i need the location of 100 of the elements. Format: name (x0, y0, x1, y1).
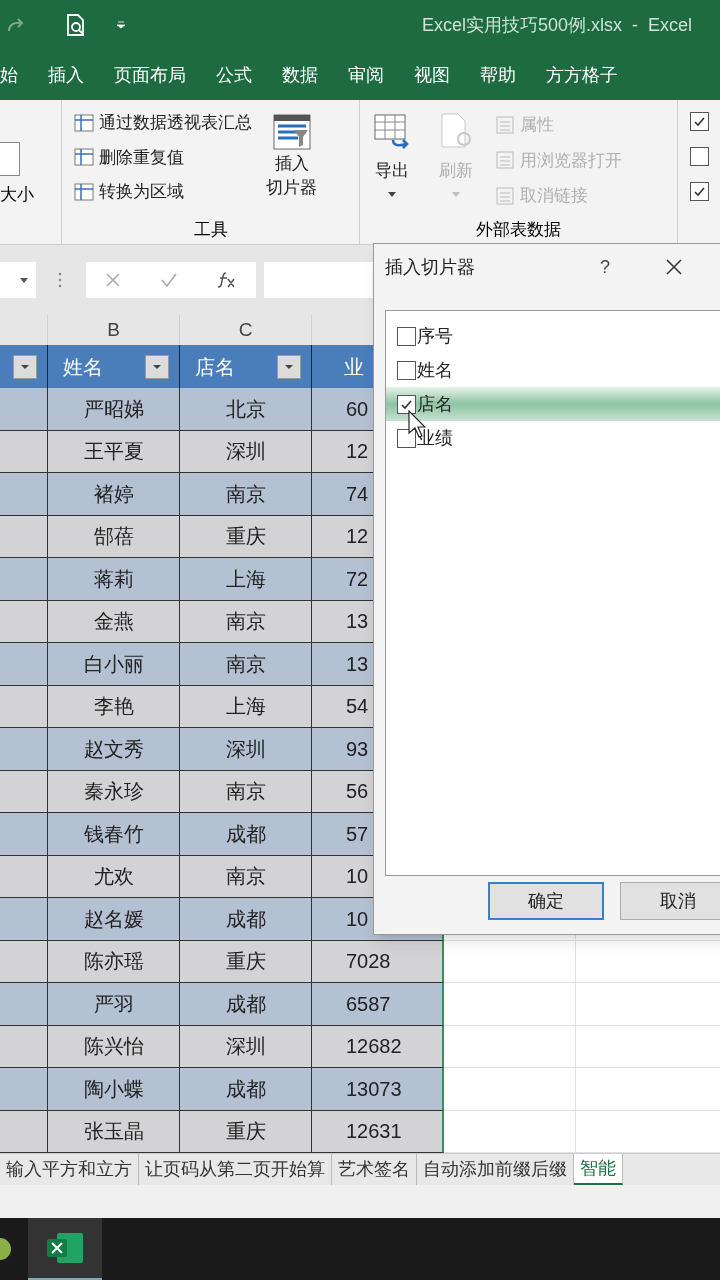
table-cell: 南京 (180, 855, 312, 898)
dialog-button[interactable]: 确定 (488, 882, 604, 920)
menu-tab[interactable]: 公式 (216, 61, 252, 89)
table-tool-icon (74, 113, 94, 132)
table-cell (0, 1025, 48, 1068)
caret-icon (284, 363, 294, 370)
sheet-tab[interactable]: 智能 (574, 1154, 623, 1185)
table-cell: 13073 (312, 1068, 444, 1111)
table-cell (0, 983, 48, 1026)
table-header-cell: 姓名 (48, 345, 180, 388)
table-cell: 李艳 (48, 685, 180, 728)
filter-dropdown-button[interactable] (145, 354, 169, 379)
dialog-button[interactable]: 取消 (620, 882, 720, 920)
table-cell: 成都 (180, 898, 312, 941)
close-icon[interactable] (666, 259, 682, 275)
menu-tab[interactable]: 方方格子 (546, 61, 618, 89)
table-cell: 秦永珍 (48, 770, 180, 813)
filter-dropdown-button[interactable] (13, 354, 37, 379)
style-option-checkbox[interactable] (690, 147, 709, 166)
menu-tab[interactable]: 数据 (282, 61, 318, 89)
table-cell: 上海 (180, 685, 312, 728)
table-cell: 重庆 (180, 1110, 312, 1153)
table-cell (0, 558, 48, 601)
caret-icon (388, 191, 396, 197)
table-cell (0, 515, 48, 558)
caret-icon[interactable] (116, 21, 126, 29)
table-cell: 白小丽 (48, 643, 180, 686)
window-title: Excel实用技巧500例.xlsx - Excel (421, 13, 692, 37)
grip-icon (58, 272, 62, 288)
table-cell: 严羽 (48, 983, 180, 1026)
ribbon-command[interactable]: 通过数据透视表汇总 (74, 110, 252, 136)
insert-slicer-button[interactable]: 插入 切片器 (266, 112, 317, 217)
table-cell (0, 685, 48, 728)
ribbon-big-button[interactable]: 导出 (360, 112, 424, 217)
size-input[interactable] (0, 142, 20, 176)
caret-icon (152, 363, 162, 370)
menu-tab[interactable]: 页面布局 (114, 61, 186, 89)
table-cell: 陈亦瑶 (48, 940, 180, 983)
table-tool-icon (74, 148, 94, 167)
table-cell: 深圳 (180, 1025, 312, 1068)
field-item[interactable]: 店名 (386, 387, 720, 421)
style-option-checkbox[interactable] (690, 112, 709, 131)
caret-icon (20, 363, 30, 370)
menu-tab[interactable]: 视图 (414, 61, 450, 89)
table-cell (0, 473, 48, 516)
caret-icon (20, 277, 28, 283)
field-checkbox[interactable] (397, 360, 416, 380)
slicer-icon (271, 112, 312, 152)
menu-tab[interactable]: 始 (0, 61, 18, 89)
table-cell (0, 430, 48, 473)
ribbon-command[interactable]: 转换为区域 (74, 179, 252, 205)
field-checkbox[interactable] (397, 428, 416, 448)
function-icon[interactable] (216, 271, 237, 289)
table-cell: 蒋莉 (48, 558, 180, 601)
menu-tab[interactable]: 审阅 (348, 61, 384, 89)
table-cell: 陈兴怡 (48, 1025, 180, 1068)
table-cell: 严昭娣 (48, 388, 180, 431)
table-cell: 12631 (312, 1110, 444, 1153)
table-cell: 王平夏 (48, 430, 180, 473)
help-button[interactable]: ? (600, 253, 610, 281)
table-cell: 成都 (180, 983, 312, 1026)
style-option-checkbox[interactable] (690, 182, 709, 201)
table-cell: 钱春竹 (48, 813, 180, 856)
sheet-icon (496, 151, 514, 170)
menu-tab[interactable]: 插入 (48, 61, 84, 89)
table-cell: 尤欢 (48, 855, 180, 898)
table-cell (0, 770, 48, 813)
table-cell: 金燕 (48, 600, 180, 643)
table-cell: 深圳 (180, 430, 312, 473)
table-tool-icon (74, 182, 94, 201)
filter-dropdown-button[interactable] (277, 354, 301, 379)
caret-icon (452, 191, 460, 197)
table-cell: 陶小蝶 (48, 1068, 180, 1111)
group-label: 外部表数据 (476, 218, 561, 241)
table-cell (0, 940, 48, 983)
column-header[interactable]: B (107, 315, 120, 345)
table-cell: 南京 (180, 770, 312, 813)
table-header-cell: 店名 (180, 345, 312, 388)
field-checkbox[interactable] (397, 326, 416, 346)
table-cell: 成都 (180, 1068, 312, 1111)
table-cell: 北京 (180, 388, 312, 431)
table-cell (0, 813, 48, 856)
menu-tab[interactable]: 帮助 (480, 61, 516, 89)
ribbon-command[interactable]: 删除重复值 (74, 144, 252, 170)
table-cell (0, 600, 48, 643)
check-icon[interactable] (160, 272, 178, 288)
table-cell: 深圳 (180, 728, 312, 771)
table-cell: 上海 (180, 558, 312, 601)
excel-icon[interactable] (45, 1231, 85, 1265)
table-cell: 成都 (180, 813, 312, 856)
table-cell: 赵文秀 (48, 728, 180, 771)
field-checkbox[interactable] (397, 394, 416, 414)
table-cell: 南京 (180, 643, 312, 686)
size-label: 大小 (0, 184, 35, 206)
table-cell: 6587 (312, 983, 444, 1026)
column-header[interactable]: C (238, 315, 253, 345)
sheet-icon (496, 186, 514, 205)
table-cell (0, 388, 48, 431)
dialog-title: 插入切片器 (385, 255, 475, 279)
table-cell: 12682 (312, 1025, 444, 1068)
